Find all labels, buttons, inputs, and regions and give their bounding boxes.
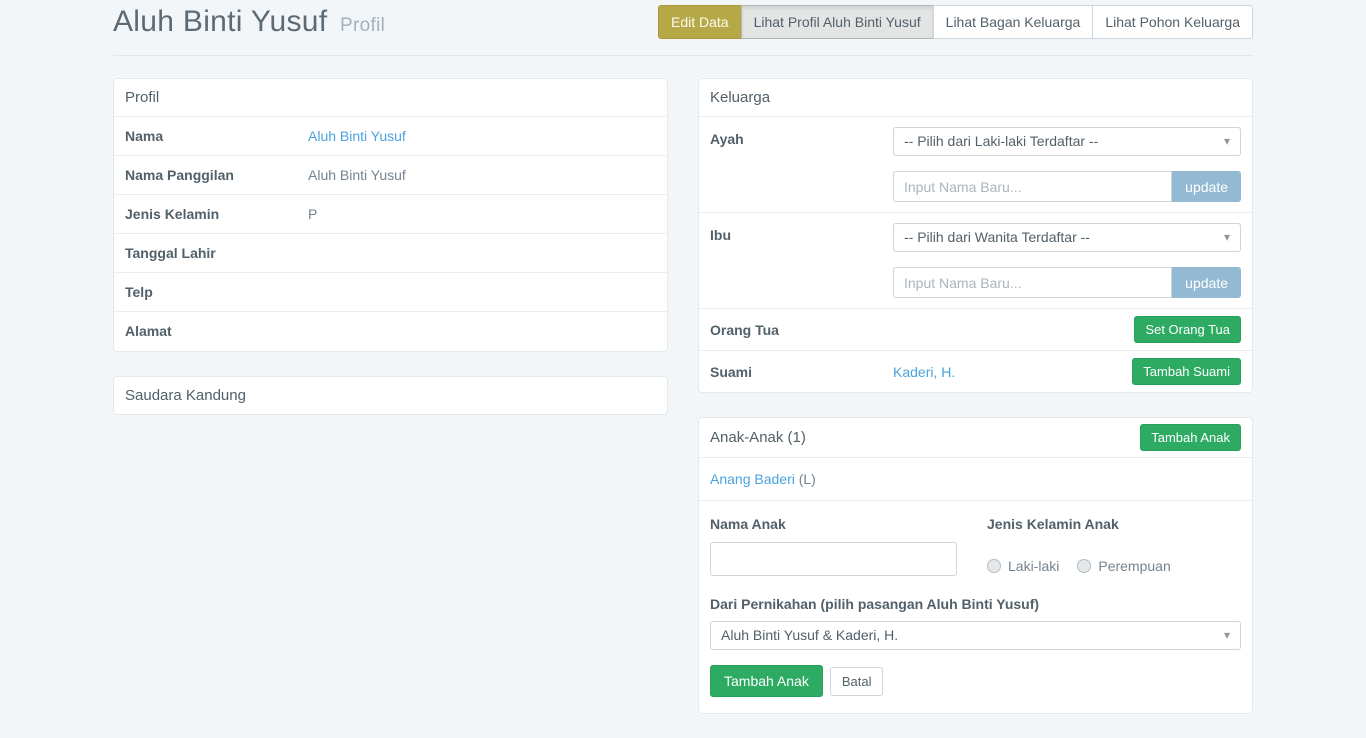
set-orang-tua-button[interactable]: Set Orang Tua [1134, 316, 1241, 343]
table-row-nama: Nama Aluh Binti Yusuf [114, 117, 667, 156]
ayah-row: Ayah -- Pilih dari Laki-laki Terdaftar -… [699, 117, 1252, 213]
right-column: Keluarga Ayah -- Pilih dari Laki-laki Te… [698, 78, 1253, 738]
lihat-profil-button[interactable]: Lihat Profil Aluh Binti Yusuf [741, 5, 934, 39]
row-label: Nama Panggilan [125, 167, 308, 183]
child-list-item: Anang Baderi (L) [699, 458, 1252, 501]
saudara-kandung-panel: Saudara Kandung [113, 376, 668, 415]
row-label: Nama [125, 128, 308, 144]
form-actions: Tambah Anak Batal [710, 665, 1241, 697]
child-gender-suffix: (L) [799, 471, 816, 487]
keluarga-panel-heading: Keluarga [699, 79, 1252, 117]
dari-pernikahan-label: Dari Pernikahan (pilih pasangan Aluh Bin… [710, 596, 1241, 612]
person-name: Aluh Binti Yusuf [113, 5, 327, 38]
page-header: Aluh Binti Yusuf Profil Edit Data Lihat … [113, 0, 1253, 56]
row-label: Alamat [125, 323, 308, 340]
table-row-tanggal-lahir: Tanggal Lahir [114, 234, 667, 273]
ibu-new-name-input[interactable] [893, 267, 1172, 298]
row-value: P [308, 206, 317, 222]
anak-anak-title: Anak-Anak (1) [710, 429, 806, 446]
profil-panel-title: Profil [125, 89, 159, 106]
gender-radio-group: Laki-laki Perempuan [987, 542, 1241, 574]
add-child-form: Nama Anak Jenis Kelamin Anak Laki-laki P… [699, 501, 1252, 713]
lihat-bagan-keluarga-button[interactable]: Lihat Bagan Keluarga [933, 5, 1094, 39]
ayah-new-name-input[interactable] [893, 171, 1172, 202]
ibu-update-button[interactable]: update [1172, 267, 1241, 298]
left-column: Profil Nama Aluh Binti Yusuf Nama Panggi… [113, 78, 668, 738]
jenis-kelamin-anak-label: Jenis Kelamin Anak [987, 516, 1241, 532]
profil-panel-heading: Profil [114, 79, 667, 117]
ayah-update-button[interactable]: update [1172, 171, 1241, 202]
anak-anak-panel: Anak-Anak (1) Tambah Anak Anang Baderi (… [698, 417, 1253, 714]
table-row-nama-panggilan: Nama Panggilan Aluh Binti Yusuf [114, 156, 667, 195]
tambah-suami-button[interactable]: Tambah Suami [1132, 358, 1241, 385]
chevron-down-icon: ▾ [1224, 128, 1230, 155]
tambah-anak-submit-button[interactable]: Tambah Anak [710, 665, 823, 697]
lihat-pohon-keluarga-button[interactable]: Lihat Pohon Keluarga [1092, 5, 1253, 39]
ibu-row: Ibu -- Pilih dari Wanita Terdaftar -- ▾ … [699, 213, 1252, 309]
page-subtitle: Profil [340, 15, 385, 36]
chevron-down-icon: ▾ [1224, 622, 1230, 649]
table-row-jenis-kelamin: Jenis Kelamin P [114, 195, 667, 234]
tambah-anak-header-button[interactable]: Tambah Anak [1140, 424, 1241, 451]
ibu-select[interactable]: -- Pilih dari Wanita Terdaftar -- ▾ [893, 223, 1241, 252]
ibu-label: Ibu [710, 223, 893, 298]
batal-button[interactable]: Batal [830, 667, 884, 696]
ayah-new-name-group: update [893, 171, 1241, 202]
ayah-label: Ayah [710, 127, 893, 202]
page-title: Aluh Binti Yusuf Profil [113, 5, 385, 39]
radio-perempuan-label: Perempuan [1098, 558, 1170, 574]
radio-laki-laki-label: Laki-laki [1008, 558, 1059, 574]
row-label: Tanggal Lahir [125, 245, 308, 261]
table-row-telp: Telp [114, 273, 667, 312]
ibu-new-name-group: update [893, 267, 1241, 298]
keluarga-panel: Keluarga Ayah -- Pilih dari Laki-laki Te… [698, 78, 1253, 393]
radio-laki-laki[interactable] [987, 559, 1001, 573]
view-nav-button-group: Edit Data Lihat Profil Aluh Binti Yusuf … [658, 5, 1253, 39]
nama-anak-input[interactable] [710, 542, 957, 576]
page-container: Aluh Binti Yusuf Profil Edit Data Lihat … [113, 0, 1253, 738]
ayah-select[interactable]: -- Pilih dari Laki-laki Terdaftar -- ▾ [893, 127, 1241, 156]
table-row-alamat: Alamat [114, 312, 667, 351]
chevron-down-icon: ▾ [1224, 224, 1230, 251]
child-name-link[interactable]: Anang Baderi [710, 471, 795, 487]
nama-anak-label: Nama Anak [710, 516, 957, 532]
ibu-select-value: -- Pilih dari Wanita Terdaftar -- [904, 229, 1090, 245]
suami-row: Suami Kaderi, H. Tambah Suami [699, 351, 1252, 392]
row-value: Aluh Binti Yusuf [308, 167, 406, 183]
content-area: Profil Nama Aluh Binti Yusuf Nama Panggi… [113, 78, 1253, 738]
suami-label: Suami [710, 364, 893, 380]
row-label: Telp [125, 284, 308, 300]
saudara-kandung-heading: Saudara Kandung [114, 377, 667, 414]
ayah-select-value: -- Pilih dari Laki-laki Terdaftar -- [904, 133, 1098, 149]
pernikahan-select-value: Aluh Binti Yusuf & Kaderi, H. [721, 627, 898, 643]
suami-link[interactable]: Kaderi, H. [893, 364, 955, 380]
row-label: Jenis Kelamin [125, 206, 308, 222]
keluarga-panel-title: Keluarga [710, 89, 770, 106]
edit-data-button[interactable]: Edit Data [658, 5, 742, 39]
pernikahan-select[interactable]: Aluh Binti Yusuf & Kaderi, H. ▾ [710, 621, 1241, 650]
nama-link[interactable]: Aluh Binti Yusuf [308, 128, 406, 144]
orang-tua-row: Orang Tua Set Orang Tua [699, 309, 1252, 351]
anak-anak-heading: Anak-Anak (1) Tambah Anak [699, 418, 1252, 458]
radio-perempuan[interactable] [1077, 559, 1091, 573]
profil-panel: Profil Nama Aluh Binti Yusuf Nama Panggi… [113, 78, 668, 352]
saudara-kandung-title: Saudara Kandung [125, 387, 246, 404]
orang-tua-label: Orang Tua [710, 322, 893, 338]
